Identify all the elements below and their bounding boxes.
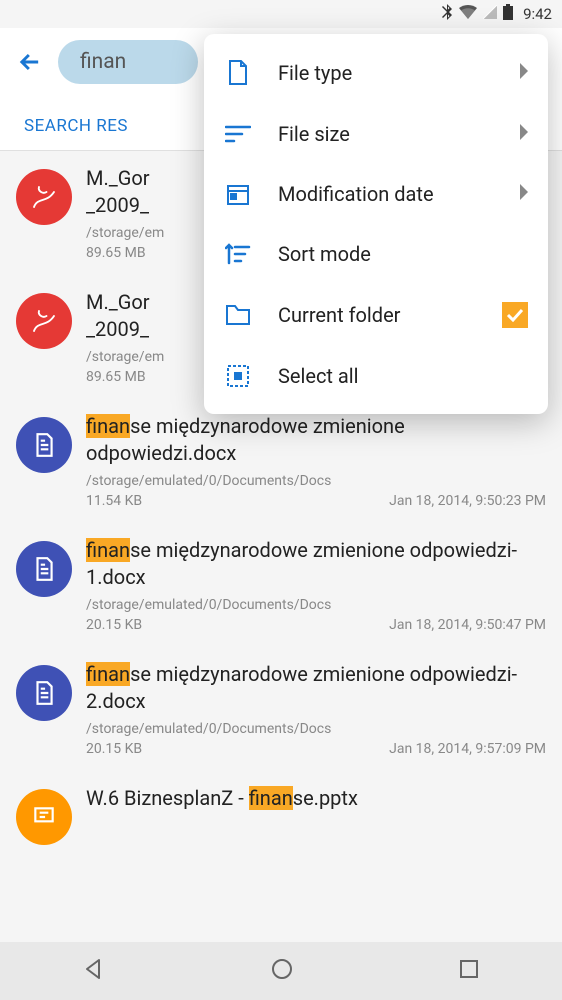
chevron-right-icon — [518, 124, 528, 144]
battery-icon — [503, 4, 513, 24]
wifi-icon — [459, 5, 477, 23]
filter-menu: File type File size Modification date So… — [204, 34, 548, 414]
menu-label: Sort mode — [278, 242, 528, 266]
menu-file-type[interactable]: File type — [204, 42, 548, 104]
pdf-icon — [16, 293, 72, 349]
menu-file-size[interactable]: File size — [204, 104, 548, 164]
item-path: /storage/emulated/0/Documents/Docs — [86, 721, 546, 737]
item-title: finanse międzynarodowe zmienione odpowie… — [86, 661, 546, 715]
item-title: finanse międzynarodowe zmienione odpowie… — [86, 537, 546, 591]
bluetooth-icon — [441, 4, 453, 24]
doc-icon — [16, 417, 72, 473]
doc-icon — [16, 665, 72, 721]
back-button[interactable] — [16, 48, 44, 76]
menu-current-folder[interactable]: Current folder — [204, 284, 548, 346]
item-meta: 11.54 KBJan 18, 2014, 9:50:23 PM — [86, 493, 546, 509]
select-all-icon — [224, 364, 252, 388]
nav-back-button[interactable] — [83, 958, 105, 984]
item-meta: 20.15 KBJan 18, 2014, 9:50:47 PM — [86, 617, 546, 633]
status-time: 9:42 — [523, 5, 552, 23]
menu-label: Modification date — [278, 182, 492, 206]
pdf-icon — [16, 169, 72, 225]
status-bar: 9:42 — [0, 0, 562, 28]
item-path: /storage/emulated/0/Documents/Docs — [86, 473, 546, 489]
android-nav-bar — [0, 942, 562, 1000]
list-item[interactable]: finanse międzynarodowe zmienione odpowie… — [0, 647, 562, 771]
item-meta: 20.15 KBJan 18, 2014, 9:57:09 PM — [86, 741, 546, 757]
chevron-right-icon — [518, 184, 528, 204]
list-item[interactable]: finanse międzynarodowe zmienione odpowie… — [0, 399, 562, 523]
menu-sort-mode[interactable]: Sort mode — [204, 224, 548, 284]
folder-icon — [224, 304, 252, 326]
item-title: finanse międzynarodowe zmienione odpowie… — [86, 413, 546, 467]
item-path: /storage/emulated/0/Documents/Docs — [86, 597, 546, 613]
checkbox-checked-icon[interactable] — [502, 302, 528, 328]
sort-icon — [224, 243, 252, 265]
menu-label: Select all — [278, 364, 528, 388]
list-item[interactable]: finanse międzynarodowe zmienione odpowie… — [0, 523, 562, 647]
menu-modification-date[interactable]: Modification date — [204, 164, 548, 224]
signal-icon — [483, 5, 497, 23]
nav-recent-button[interactable] — [459, 959, 479, 983]
size-icon — [224, 125, 252, 143]
search-input[interactable]: finan — [58, 40, 198, 84]
menu-label: Current folder — [278, 303, 476, 327]
nav-home-button[interactable] — [270, 957, 294, 985]
ppt-icon — [16, 789, 72, 845]
calendar-icon — [224, 182, 252, 206]
chevron-right-icon — [518, 63, 528, 83]
menu-label: File type — [278, 61, 492, 85]
menu-select-all[interactable]: Select all — [204, 346, 548, 406]
item-title: W.6 BiznesplanZ - finanse.pptx — [86, 785, 546, 812]
list-item[interactable]: W.6 BiznesplanZ - finanse.pptx — [0, 771, 562, 859]
doc-icon — [16, 541, 72, 597]
menu-label: File size — [278, 122, 492, 146]
file-icon — [224, 60, 252, 86]
